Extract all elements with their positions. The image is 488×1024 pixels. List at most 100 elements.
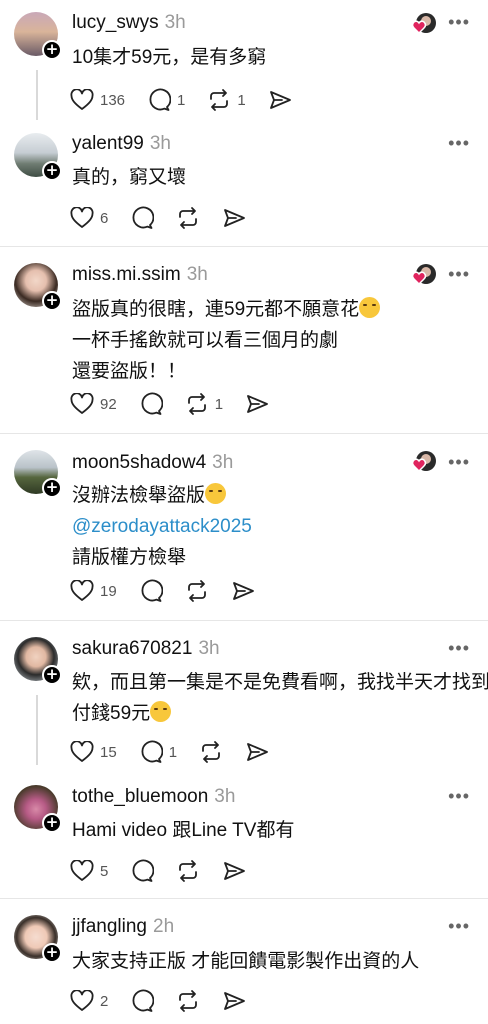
- post-text: 盜版真的很瞎，連59元都不願意花 一杯手搖飲就可以看三個月的劇 還要盜版！！: [72, 294, 381, 387]
- post-text: 真的，窮又壞: [72, 167, 187, 188]
- action-bar: 6: [70, 204, 268, 232]
- more-icon[interactable]: •••: [448, 12, 470, 33]
- heart-icon: [70, 393, 94, 414]
- username[interactable]: jjfangling 2h: [72, 916, 174, 938]
- share-button[interactable]: [245, 740, 269, 764]
- like-button[interactable]: 136: [70, 89, 125, 111]
- avatar[interactable]: +: [14, 785, 62, 833]
- username[interactable]: sakura670821 3h: [72, 638, 220, 660]
- like-button[interactable]: 15: [70, 741, 117, 763]
- avatar[interactable]: +: [14, 263, 62, 311]
- follow-plus-icon[interactable]: +: [42, 478, 62, 498]
- repost-button[interactable]: [199, 740, 223, 764]
- more-icon[interactable]: •••: [448, 786, 470, 807]
- like-count: 136: [100, 91, 126, 109]
- avatar[interactable]: +: [14, 133, 62, 181]
- share-button[interactable]: [231, 579, 255, 603]
- like-button[interactable]: 6: [70, 207, 108, 229]
- thread-post: + moon5shadow4 3h ••• 沒辦法檢舉盜版 @zerodayatt…: [0, 434, 488, 620]
- repost-count: 1: [214, 395, 224, 413]
- reply-button[interactable]: 1: [147, 88, 185, 112]
- action-bar: 15 1: [70, 738, 291, 766]
- repost-button[interactable]: [176, 989, 200, 1013]
- reply-button[interactable]: 1: [139, 740, 177, 764]
- mention-link[interactable]: @zerodayattack2025: [72, 516, 252, 537]
- follow-plus-icon[interactable]: +: [42, 161, 62, 181]
- more-icon[interactable]: •••: [448, 133, 470, 154]
- follow-plus-icon[interactable]: +: [42, 813, 62, 833]
- timestamp: 3h: [149, 133, 171, 154]
- like-count: 92: [100, 395, 117, 413]
- unamused-emoji-icon: [359, 297, 381, 318]
- avatar[interactable]: +: [14, 450, 62, 498]
- reply-button[interactable]: [139, 392, 163, 416]
- reply-count: 1: [168, 743, 178, 761]
- author-liked-badge: [410, 12, 436, 38]
- share-icon: [224, 209, 246, 227]
- repost-icon: [179, 860, 198, 882]
- heart-icon: [70, 860, 94, 881]
- reply-button[interactable]: [130, 206, 155, 230]
- username[interactable]: moon5shadow4 3h: [72, 452, 233, 474]
- avatar[interactable]: +: [14, 12, 62, 60]
- repost-button[interactable]: 1: [185, 392, 223, 416]
- follow-plus-icon[interactable]: +: [42, 665, 62, 685]
- repost-icon: [179, 207, 198, 229]
- action-bar: 92 1: [70, 390, 291, 418]
- thread-post: + sakura670821 3h ••• 欸，而且第一集是不是免費看啊，我找半天…: [0, 621, 488, 771]
- timestamp: 3h: [164, 12, 186, 33]
- heart-icon: [70, 741, 94, 762]
- like-button[interactable]: 5: [70, 860, 108, 882]
- more-icon[interactable]: •••: [448, 916, 470, 937]
- post-text: 大家支持正版 才能回饋電影製作出資的人: [72, 951, 420, 972]
- share-button[interactable]: [222, 206, 246, 230]
- timestamp: 3h: [186, 264, 208, 285]
- thread-post: + jjfangling 2h ••• 大家支持正版 才能回饋電影製作出資的人 2: [0, 899, 488, 1024]
- share-icon: [224, 992, 246, 1010]
- share-button[interactable]: [222, 989, 246, 1013]
- like-button[interactable]: 19: [70, 580, 117, 602]
- repost-button[interactable]: [185, 579, 209, 603]
- like-count: 6: [100, 209, 109, 227]
- more-icon[interactable]: •••: [448, 638, 470, 659]
- reply-button[interactable]: [130, 989, 155, 1013]
- repost-icon: [210, 89, 229, 111]
- avatar[interactable]: +: [14, 637, 62, 685]
- comment-icon: [132, 206, 155, 229]
- repost-button[interactable]: 1: [207, 88, 246, 112]
- avatar[interactable]: +: [14, 915, 62, 963]
- like-button[interactable]: 92: [70, 393, 117, 415]
- thread-line: [36, 70, 38, 120]
- timestamp: 2h: [153, 916, 175, 937]
- repost-button[interactable]: [176, 206, 200, 230]
- heart-icon: [70, 990, 94, 1011]
- thread-line: [36, 695, 38, 765]
- follow-plus-icon[interactable]: +: [42, 40, 62, 60]
- repost-button[interactable]: [176, 859, 200, 883]
- share-button[interactable]: [268, 88, 292, 112]
- action-bar: 136 1 1: [70, 86, 314, 114]
- more-icon[interactable]: •••: [448, 264, 470, 285]
- comment-icon: [141, 579, 163, 602]
- username[interactable]: miss.mi.ssim 3h: [72, 264, 208, 286]
- repost-count: 1: [237, 91, 246, 109]
- reply-button[interactable]: [130, 859, 155, 883]
- action-bar: 2: [70, 987, 268, 1015]
- follow-plus-icon[interactable]: +: [42, 943, 62, 963]
- share-button[interactable]: [222, 859, 246, 883]
- username[interactable]: tothe_bluemoon 3h: [72, 786, 235, 808]
- thinking-emoji-icon: [205, 483, 227, 504]
- thread-post: + tothe_bluemoon 3h ••• Hami video 跟Line …: [0, 771, 488, 898]
- reply-button[interactable]: [139, 579, 163, 603]
- share-button[interactable]: [245, 392, 269, 416]
- comment-icon: [141, 392, 163, 415]
- like-button[interactable]: 2: [70, 990, 108, 1012]
- username[interactable]: yalent99 3h: [72, 133, 171, 155]
- thread-post: + lucy_swys 3h ••• 10集才59元，是有多窮 136 1 1: [0, 0, 488, 125]
- post-text: Hami video 跟Line TV都有: [72, 820, 295, 841]
- more-icon[interactable]: •••: [448, 452, 470, 473]
- author-liked-badge: [410, 263, 436, 289]
- comment-icon: [132, 989, 155, 1012]
- follow-plus-icon[interactable]: +: [42, 291, 62, 311]
- username[interactable]: lucy_swys 3h: [72, 12, 186, 34]
